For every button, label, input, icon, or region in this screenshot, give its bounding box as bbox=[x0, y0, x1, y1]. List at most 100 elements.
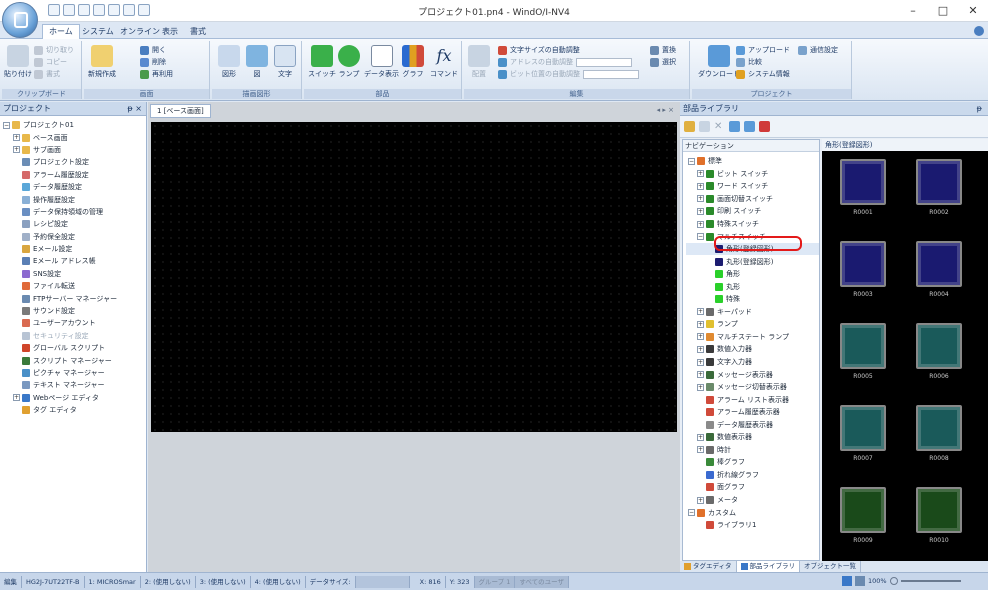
expander-icon[interactable]: + bbox=[697, 383, 704, 391]
expander-icon[interactable]: + bbox=[697, 433, 704, 441]
new-folder-icon[interactable] bbox=[684, 121, 695, 132]
auto-bit-button[interactable]: ビット位置の自動調整 bbox=[498, 68, 639, 80]
nav-tree-item[interactable]: + マルチステート ランプ bbox=[686, 331, 819, 344]
expander-icon[interactable]: + bbox=[697, 371, 704, 379]
zoom-slider[interactable] bbox=[900, 580, 961, 582]
tab-object-list[interactable]: オブジェクト一覧 bbox=[800, 561, 862, 572]
print-icon[interactable] bbox=[123, 4, 135, 16]
open-icon[interactable] bbox=[63, 4, 75, 16]
view-mode-icon[interactable] bbox=[842, 576, 852, 586]
project-tree-item[interactable]: レシピ設定 bbox=[3, 218, 146, 230]
nav-tree-item[interactable]: + 時計 bbox=[686, 444, 819, 457]
project-tree-item[interactable]: ユーザーアカウント bbox=[3, 317, 146, 329]
redo-icon[interactable] bbox=[108, 4, 120, 16]
replace-button[interactable]: 置換 bbox=[650, 44, 676, 56]
expander-icon[interactable]: + bbox=[697, 446, 704, 454]
download-button[interactable]: ダウンロード bbox=[698, 45, 740, 79]
project-tree-item[interactable]: アラーム履歴設定 bbox=[3, 169, 146, 181]
nav-tree-item[interactable]: 特殊 bbox=[686, 293, 819, 306]
expander-icon[interactable]: + bbox=[697, 308, 704, 316]
tab-parts-library[interactable]: 部品ライブラリ bbox=[736, 561, 801, 572]
nav-tree-item[interactable]: + 印刷 スイッチ bbox=[686, 205, 819, 218]
part-thumbnail[interactable] bbox=[840, 159, 886, 205]
expander-icon[interactable]: + bbox=[697, 182, 704, 190]
nav-tree-item[interactable]: + キーパッド bbox=[686, 306, 819, 319]
nav-tree-item[interactable]: − カスタム bbox=[686, 506, 819, 519]
copy-part-icon[interactable] bbox=[699, 121, 710, 132]
part-thumbnail[interactable] bbox=[840, 487, 886, 533]
part-thumbnail[interactable] bbox=[916, 241, 962, 287]
reopen-screen-button[interactable]: 再利用 bbox=[140, 68, 173, 80]
part-thumbnail[interactable] bbox=[840, 405, 886, 451]
project-tree-item[interactable]: スクリプト マネージャー bbox=[3, 354, 146, 366]
project-tree-item[interactable]: + サブ画面 bbox=[3, 144, 146, 156]
nav-tree-item[interactable]: 角形 bbox=[686, 268, 819, 281]
nav-tree-item[interactable]: + メータ bbox=[686, 494, 819, 507]
nav-tree-item[interactable]: アラーム リスト表示器 bbox=[686, 393, 819, 406]
expander-icon[interactable]: − bbox=[697, 233, 704, 241]
graph-button[interactable]: グラフ bbox=[402, 45, 424, 79]
tab-home[interactable]: ホーム bbox=[42, 24, 80, 39]
project-tree-item[interactable]: セキュリティ設定 bbox=[3, 330, 146, 342]
doc-tab-base-screen[interactable]: 1 [ベース画面] bbox=[150, 104, 211, 118]
nav-tree-item[interactable]: + 文字入力器 bbox=[686, 356, 819, 369]
nav-tree-item[interactable]: 棒グラフ bbox=[686, 456, 819, 469]
nav-tree-item[interactable]: − 標準 bbox=[686, 155, 819, 168]
open-screen-button[interactable]: 開く bbox=[140, 44, 173, 56]
shape-button[interactable]: 図形 bbox=[218, 45, 240, 79]
project-tree-item[interactable]: − プロジェクト01 bbox=[3, 119, 146, 131]
fit-icon[interactable] bbox=[855, 576, 865, 586]
save-icon[interactable] bbox=[78, 4, 90, 16]
tab-format[interactable]: 書式 bbox=[184, 25, 212, 39]
compare-button[interactable]: 比較 bbox=[736, 56, 790, 68]
nav-tree-item[interactable]: データ履歴表示器 bbox=[686, 418, 819, 431]
switch-button[interactable]: スイッチ bbox=[308, 45, 336, 79]
project-tree-item[interactable]: ファイル転送 bbox=[3, 280, 146, 292]
expander-icon[interactable]: + bbox=[697, 220, 704, 228]
project-tree-item[interactable]: + Webページ エディタ bbox=[3, 392, 146, 404]
nav-tree-item[interactable]: 丸形(登録図形) bbox=[686, 255, 819, 268]
expander-icon[interactable]: + bbox=[13, 146, 20, 154]
nav-tree-item[interactable]: + メッセージ切替表示器 bbox=[686, 381, 819, 394]
screen-canvas[interactable] bbox=[151, 122, 677, 432]
cut-button[interactable]: 切り取り bbox=[34, 44, 74, 56]
nav-tree-item[interactable]: 面グラフ bbox=[686, 481, 819, 494]
expander-icon[interactable]: + bbox=[697, 207, 704, 215]
part-thumbnail[interactable] bbox=[916, 159, 962, 205]
nav-tree-item[interactable]: + 画面切替スイッチ bbox=[686, 193, 819, 206]
application-menu-button[interactable] bbox=[2, 2, 38, 38]
comm-settings-button[interactable]: 通信設定 bbox=[798, 44, 838, 56]
delete-screen-button[interactable]: 削除 bbox=[140, 56, 173, 68]
expander-icon[interactable]: + bbox=[697, 333, 704, 341]
text-button[interactable]: 文字 bbox=[274, 45, 296, 79]
format-painter-button[interactable]: 書式 bbox=[34, 68, 74, 80]
help-icon[interactable] bbox=[974, 26, 984, 36]
project-tree-item[interactable]: 予約保全設定 bbox=[3, 231, 146, 243]
command-button[interactable]: fx コマンド bbox=[430, 45, 458, 79]
nav-tree-item[interactable]: 折れ線グラフ bbox=[686, 469, 819, 482]
project-tree-item[interactable]: + ベース画面 bbox=[3, 131, 146, 143]
figure-button[interactable]: 図 bbox=[246, 45, 268, 79]
data-display-button[interactable]: データ表示 bbox=[364, 45, 399, 79]
project-tree-item[interactable]: FTPサーバー マネージャー bbox=[3, 292, 146, 304]
expander-icon[interactable]: + bbox=[697, 345, 704, 353]
nav-tree-item[interactable]: + メッセージ表示器 bbox=[686, 368, 819, 381]
project-tree-item[interactable]: データ履歴設定 bbox=[3, 181, 146, 193]
nav-tree-item[interactable]: ライブラリ1 bbox=[686, 519, 819, 532]
expander-icon[interactable]: + bbox=[13, 134, 20, 142]
project-tree-item[interactable]: Eメール アドレス帳 bbox=[3, 255, 146, 267]
system-info-button[interactable]: システム情報 bbox=[736, 68, 790, 80]
project-tree-item[interactable]: グローバル スクリプト bbox=[3, 342, 146, 354]
expander-icon[interactable]: + bbox=[697, 170, 704, 178]
tab-view[interactable]: 表示 bbox=[156, 25, 184, 39]
nav-tree-item[interactable]: + 特殊スイッチ bbox=[686, 218, 819, 231]
part-thumbnail[interactable] bbox=[916, 487, 962, 533]
expander-icon[interactable]: − bbox=[688, 157, 695, 165]
export-icon[interactable] bbox=[744, 121, 755, 132]
nav-tree-item[interactable]: アラーム履歴表示器 bbox=[686, 406, 819, 419]
nav-tree-item[interactable]: + 数値入力器 bbox=[686, 343, 819, 356]
close-button[interactable]: ✕ bbox=[960, 3, 986, 19]
project-tree-item[interactable]: プロジェクト設定 bbox=[3, 156, 146, 168]
new-screen-button[interactable]: 新規作成 bbox=[88, 45, 116, 79]
doc-tab-controls[interactable]: ◂ ▸ × bbox=[657, 106, 674, 114]
